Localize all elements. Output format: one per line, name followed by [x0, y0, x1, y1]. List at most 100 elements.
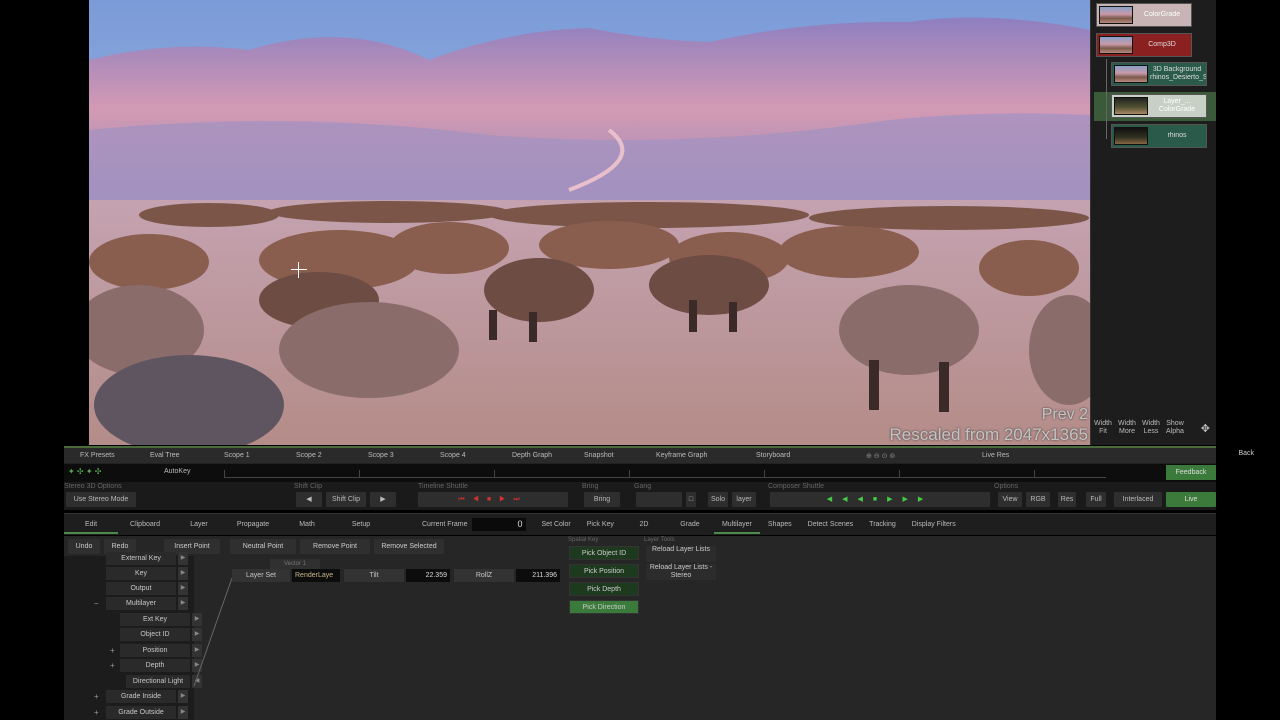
show-alpha-button[interactable]: Show Alpha: [1163, 418, 1187, 440]
expand-arrow-icon[interactable]: ▶: [178, 552, 188, 565]
zoom-icons[interactable]: ⊕ ⊖ ⊙ ⊚: [860, 452, 976, 460]
tilt-field[interactable]: 22.359: [406, 569, 450, 582]
image-viewer[interactable]: Prev 2 Rescaled from 2047x1365: [89, 0, 1090, 445]
key-icons[interactable]: ✦ ✣ ✦ ✣: [68, 467, 101, 476]
snapshot-tab[interactable]: Snapshot: [578, 452, 650, 459]
fx-presets-tab[interactable]: FX Presets: [74, 452, 144, 459]
expand-arrow-icon[interactable]: ▶: [178, 706, 188, 719]
expand-arrow-icon[interactable]: ▶: [178, 567, 188, 580]
move-icon[interactable]: ✥: [1201, 422, 1210, 435]
tree-row-object-id[interactable]: Object ID ▶: [64, 628, 202, 642]
reload-layer-lists-button[interactable]: Reload Layer Lists: [646, 546, 716, 562]
bring-button[interactable]: Bring: [584, 492, 620, 507]
tree-row-position[interactable]: + Position ▶: [64, 644, 202, 658]
timeline-bar[interactable]: ✦ ✣ ✦ ✣ AutoKey Feedback: [64, 463, 1216, 482]
layer-set-field[interactable]: RenderLaye: [292, 569, 340, 582]
back-button[interactable]: Back: [1238, 450, 1254, 457]
tree-label: External Key: [106, 552, 176, 565]
tab-tracking[interactable]: Tracking: [861, 516, 904, 534]
tab-shapes[interactable]: Shapes: [760, 516, 800, 534]
tree-row-external-key[interactable]: External Key ▶: [64, 552, 194, 566]
tab-detect-scenes[interactable]: Detect Scenes: [800, 516, 862, 534]
tab-display-filters[interactable]: Display Filters: [904, 516, 964, 534]
res-button[interactable]: Res: [1058, 492, 1076, 507]
rgb-button[interactable]: RGB: [1026, 492, 1050, 507]
solo-checkbox[interactable]: □: [686, 492, 696, 507]
current-frame-field[interactable]: 0: [471, 518, 526, 531]
use-stereo-mode-button[interactable]: Use Stereo Mode: [66, 492, 136, 507]
tree-row-output[interactable]: Output ▶: [64, 582, 194, 596]
tab-2d[interactable]: 2D: [622, 516, 666, 534]
node-rhinos[interactable]: rhinos: [1111, 124, 1207, 148]
tab-setup[interactable]: Setup: [334, 516, 388, 534]
live-button[interactable]: Live: [1166, 492, 1216, 507]
tab-clipboard[interactable]: Clipboard: [118, 516, 172, 534]
expand-arrow-icon[interactable]: ▶: [178, 582, 188, 595]
scope-4-tab[interactable]: Scope 4: [434, 452, 506, 459]
width-more-button[interactable]: Width More: [1115, 418, 1139, 440]
width-less-button[interactable]: Width Less: [1139, 418, 1163, 440]
layer-button[interactable]: layer: [732, 492, 756, 507]
pick-direction-button[interactable]: Pick Direction: [569, 600, 639, 614]
eval-tree-tab[interactable]: Eval Tree: [144, 452, 218, 459]
live-res-tab[interactable]: Live Res: [976, 452, 1016, 459]
expand-icon[interactable]: +: [94, 690, 99, 703]
width-fit-button[interactable]: Width Fit: [1091, 418, 1115, 440]
solo-button[interactable]: Solo: [708, 492, 728, 507]
expand-icon[interactable]: +: [110, 644, 115, 657]
tab-edit[interactable]: Edit: [64, 516, 118, 534]
rescaled-label: Rescaled from 2047x1365: [889, 425, 1088, 444]
neutral-point-button[interactable]: Neutral Point: [230, 539, 296, 554]
shift-clip-label: Shift Clip: [294, 483, 323, 490]
expand-arrow-icon[interactable]: ▶: [178, 690, 188, 703]
tab-math[interactable]: Math: [280, 516, 334, 534]
pick-depth-button[interactable]: Pick Depth: [569, 582, 639, 596]
tab-multilayer[interactable]: Multilayer: [713, 516, 760, 534]
tab-layer[interactable]: Layer: [172, 516, 226, 534]
depth-graph-tab[interactable]: Depth Graph: [506, 452, 578, 459]
tree-row-grade-inside[interactable]: + Grade Inside ▶: [64, 690, 194, 704]
tree-row-key[interactable]: Key ▶: [64, 567, 194, 581]
gang-slider[interactable]: [636, 492, 682, 507]
node-thumbnail: [1114, 127, 1148, 145]
collapse-icon[interactable]: −: [94, 597, 99, 610]
node-layer-colorgrade[interactable]: Layer_... ColorGrade: [1111, 94, 1207, 118]
shift-clip-button[interactable]: Shift Clip: [326, 492, 366, 507]
storyboard-tab[interactable]: Storyboard: [750, 452, 860, 459]
node-3d-background[interactable]: 3D Background rhinos_Desierto_Salvador_D…: [1111, 62, 1207, 86]
expand-icon[interactable]: +: [110, 659, 115, 672]
node-comp3d[interactable]: Comp3D: [1096, 33, 1192, 57]
remove-selected-button[interactable]: Remove Selected: [374, 539, 444, 554]
composer-shuttle-controls[interactable]: ◀◀◀■▶▶▶: [770, 492, 990, 507]
expand-icon[interactable]: +: [94, 706, 99, 719]
tree-row-ext-key[interactable]: Ext Key ▶: [64, 613, 202, 627]
timeline-shuttle-controls[interactable]: ⏮◀■▶⏭: [418, 492, 568, 507]
tree-row-depth[interactable]: + Depth ▶: [64, 659, 202, 673]
autokey-label[interactable]: AutoKey: [164, 468, 190, 475]
shift-left-button[interactable]: ◀: [296, 492, 322, 507]
feedback-button[interactable]: Feedback: [1166, 465, 1216, 480]
scope-2-tab[interactable]: Scope 2: [290, 452, 362, 459]
scope-3-tab[interactable]: Scope 3: [362, 452, 434, 459]
tab-grade[interactable]: Grade: [666, 516, 714, 534]
rollz-field[interactable]: 211.396: [516, 569, 560, 582]
view-button[interactable]: View: [998, 492, 1022, 507]
expand-arrow-icon[interactable]: ▶: [178, 597, 188, 610]
pick-position-button[interactable]: Pick Position: [569, 564, 639, 578]
tab-set-color[interactable]: Set Color: [534, 516, 579, 534]
tree-row-grade-outside[interactable]: + Grade Outside ▶: [64, 706, 194, 720]
remove-point-button[interactable]: Remove Point: [300, 539, 370, 554]
reload-layer-lists-stereo-button[interactable]: Reload Layer Lists - Stereo: [646, 564, 716, 580]
tree-row-directional-light[interactable]: Directional Light ◀: [64, 675, 202, 689]
tree-row-multilayer[interactable]: − Multilayer ▶: [64, 597, 194, 611]
keyframe-graph-tab[interactable]: Keyframe Graph: [650, 452, 750, 459]
pick-object-id-button[interactable]: Pick Object ID: [569, 546, 639, 560]
scope-1-tab[interactable]: Scope 1: [218, 452, 290, 459]
full-button[interactable]: Full: [1086, 492, 1106, 507]
tab-propagate[interactable]: Propagate: [226, 516, 280, 534]
shift-right-button[interactable]: ▶: [370, 492, 396, 507]
tab-pick-key[interactable]: Pick Key: [579, 516, 622, 534]
timeline-ruler[interactable]: [224, 470, 1106, 478]
interlaced-button[interactable]: Interlaced: [1114, 492, 1162, 507]
node-colorgrade[interactable]: ColorGrade: [1096, 3, 1192, 27]
